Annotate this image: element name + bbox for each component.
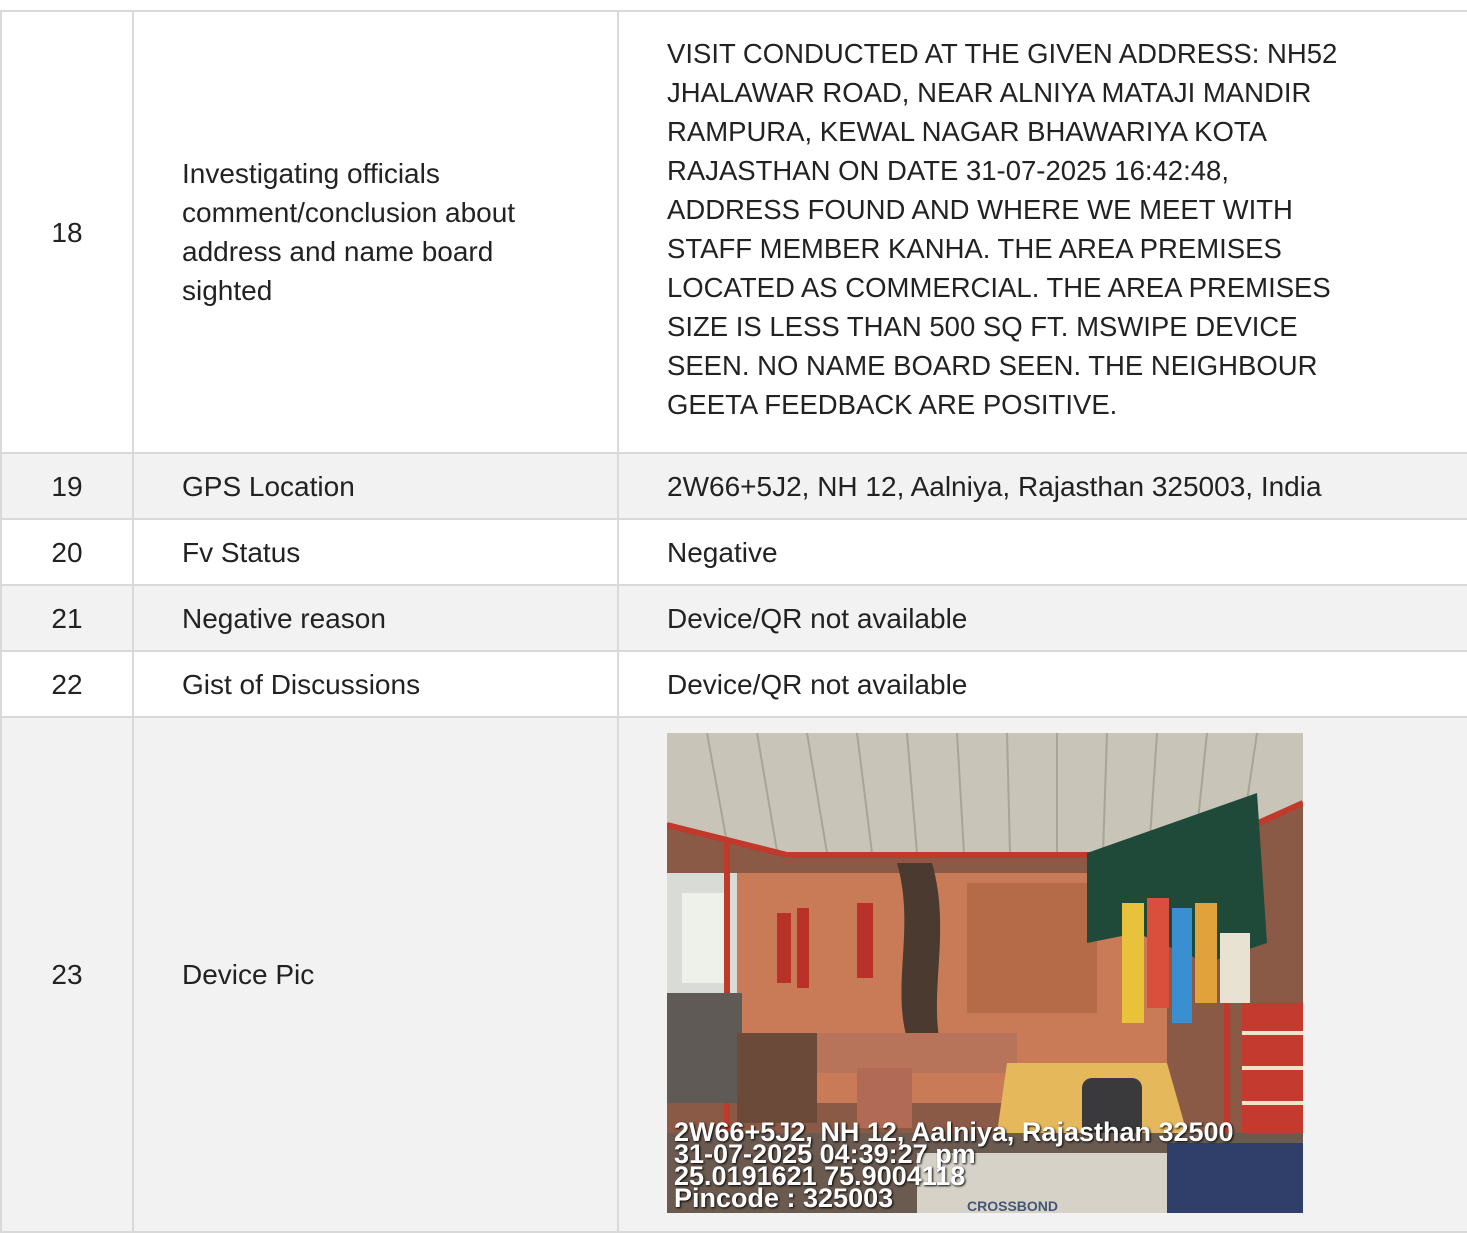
field-value: Device/QR not available (617, 650, 1467, 718)
field-label: GPS Location (132, 452, 619, 520)
value-line: ADDRESS FOUND AND WHERE WE MEET WITH (667, 194, 1293, 225)
table-row: 20 Fv Status Negative (0, 518, 1467, 586)
row-number: 20 (0, 518, 134, 586)
value-line: SEEN. NO NAME BOARD SEEN. THE NEIGHBOUR (667, 350, 1318, 381)
value-line: RAMPURA, KEWAL NAGAR BHAWARIYA KOTA (667, 116, 1268, 147)
table-row: 18 Investigating officials comment/concl… (0, 10, 1467, 454)
value-line: JHALAWAR ROAD, NEAR ALNIYA MATAJI MANDIR (667, 77, 1312, 108)
field-label: Investigating officials comment/conclusi… (132, 10, 619, 454)
field-value: VISIT CONDUCTED AT THE GIVEN ADDRESS: NH… (617, 10, 1467, 454)
field-line: sighted (182, 275, 273, 306)
row-number: 22 (0, 650, 134, 718)
value-line: GEETA FEEDBACK ARE POSITIVE. (667, 389, 1118, 420)
field-line: address and name board (182, 236, 494, 267)
field-label: Gist of Discussions (132, 650, 619, 718)
value-line: VISIT CONDUCTED AT THE GIVEN ADDRESS: NH… (667, 38, 1338, 69)
report-table: 18 Investigating officials comment/concl… (0, 10, 1467, 1233)
table-row: 19 GPS Location 2W66+5J2, NH 12, Aalniya… (0, 452, 1467, 520)
field-value: Negative (617, 518, 1467, 586)
value-line: RAJASTHAN ON DATE 31-07-2025 16:42:48, (667, 155, 1229, 186)
field-value: 2W66+5J2, NH 12, Aalniya, Rajasthan 3250… (617, 452, 1467, 520)
field-value: CROSSBOND 2W66+5J2, NH 12, Aalniya, Raja… (617, 716, 1467, 1233)
table-row: 21 Negative reason Device/QR not availab… (0, 584, 1467, 652)
value-line: STAFF MEMBER KANHA. THE AREA PREMISES (667, 233, 1282, 264)
row-number: 18 (0, 10, 134, 454)
field-label: Negative reason (132, 584, 619, 652)
field-value: Device/QR not available (617, 584, 1467, 652)
table-row: 22 Gist of Discussions Device/QR not ava… (0, 650, 1467, 718)
row-number: 19 (0, 452, 134, 520)
photo-geo-stamp: 2W66+5J2, NH 12, Aalniya, Rajasthan 3250… (674, 1119, 1234, 1212)
value-line: SIZE IS LESS THAN 500 SQ FT. MSWIPE DEVI… (667, 311, 1298, 342)
row-number: 23 (0, 716, 134, 1233)
value-line: LOCATED AS COMMERCIAL. THE AREA PREMISES (667, 272, 1331, 303)
field-label: Device Pic (132, 716, 619, 1233)
table-row: 23 Device Pic CROSSBOND 2W66+5J2, NH 12,… (0, 716, 1467, 1233)
row-number: 21 (0, 584, 134, 652)
field-line: Investigating officials (182, 158, 440, 189)
device-photo: CROSSBOND 2W66+5J2, NH 12, Aalniya, Raja… (667, 733, 1303, 1213)
field-label: Fv Status (132, 518, 619, 586)
field-line: comment/conclusion about (182, 197, 516, 228)
